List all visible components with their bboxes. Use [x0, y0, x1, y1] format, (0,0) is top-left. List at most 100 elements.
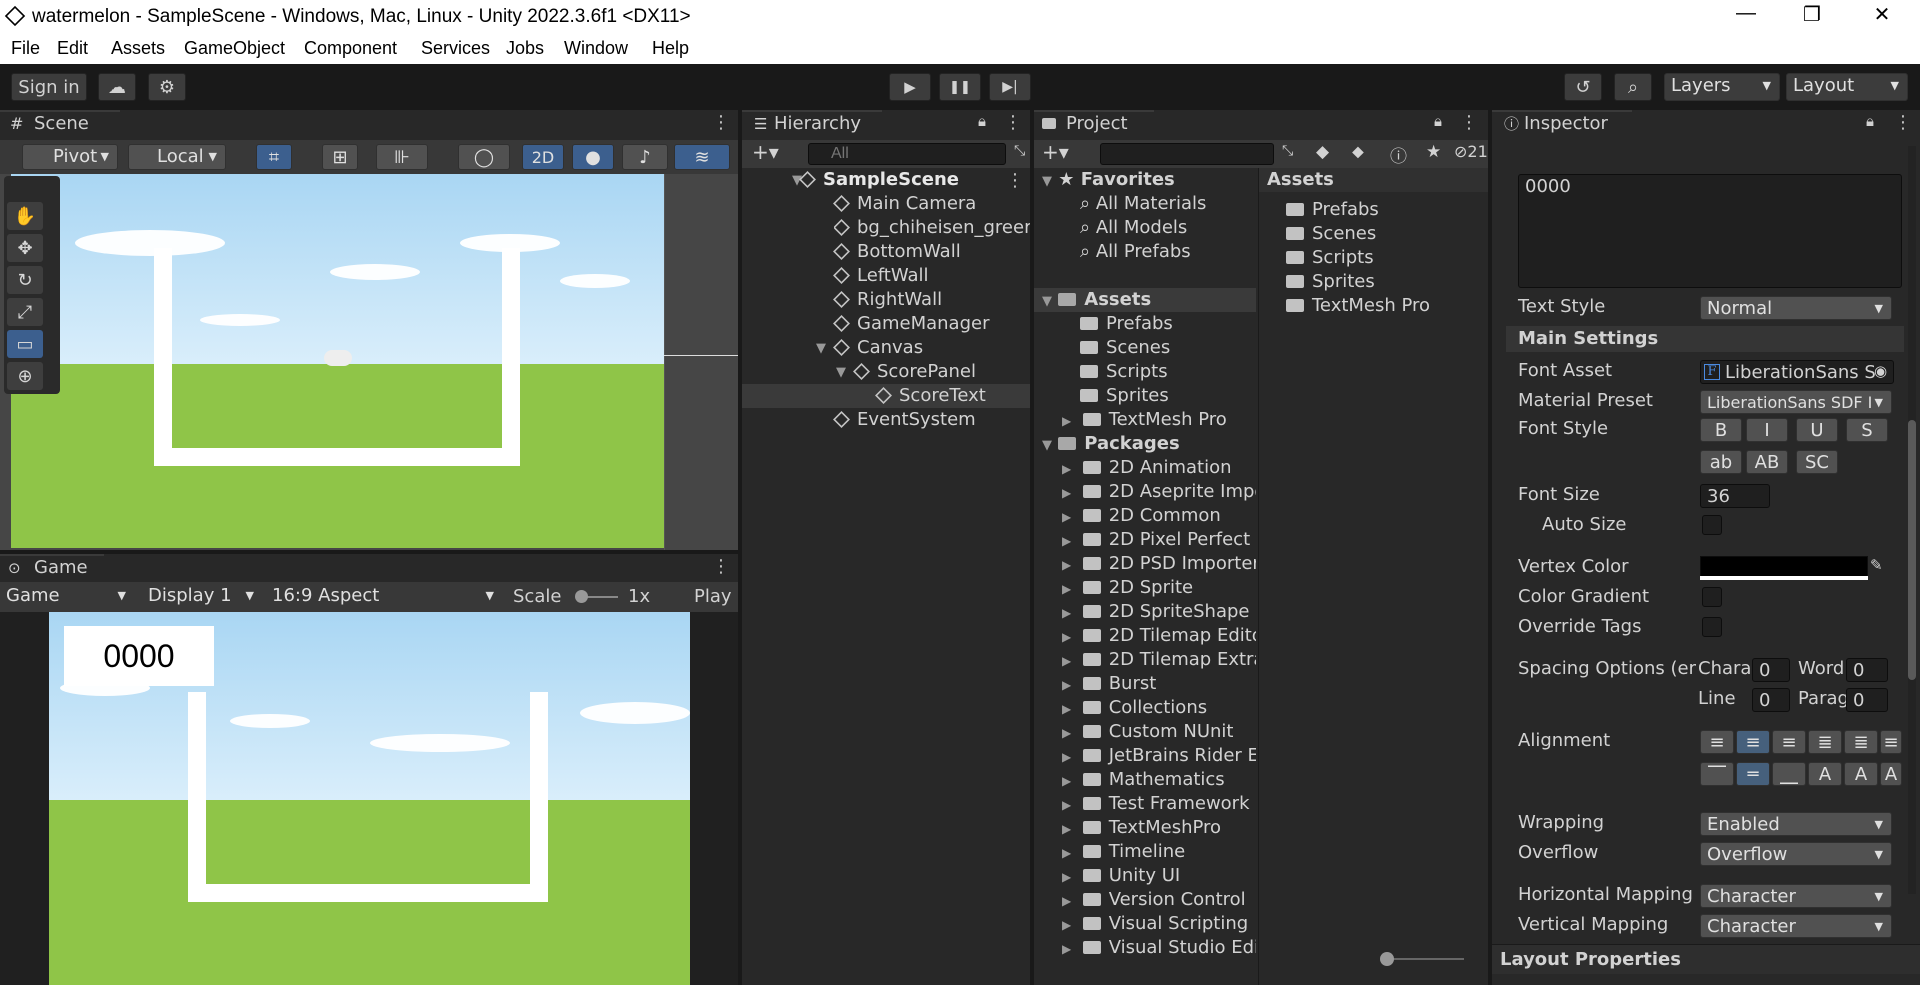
type-filter-icon[interactable]: ◆	[1316, 142, 1329, 162]
move-tool-icon[interactable]: ✥	[7, 234, 43, 262]
audio-icon[interactable]: ♪	[622, 144, 668, 170]
snap-icon[interactable]: ⊞	[322, 144, 358, 170]
rotate-tool-icon[interactable]: ↻	[7, 266, 43, 294]
collapse-icon[interactable]: ▶	[1062, 414, 1071, 428]
hierarchy-item-gamemanager[interactable]: GameManager	[833, 312, 990, 336]
breadcrumb-assets[interactable]: Assets	[1267, 168, 1334, 192]
lighting-icon[interactable]: ●	[572, 144, 614, 170]
align-justify-icon[interactable]: ≣	[1808, 730, 1842, 754]
log-icon[interactable]: ⓘ	[1390, 142, 1407, 167]
layers-dropdown[interactable]: Layers	[1664, 73, 1780, 101]
expand-icon[interactable]: ▼	[1042, 174, 1052, 189]
collapse-icon[interactable]: ▶	[1062, 534, 1071, 548]
inspector-menu-icon[interactable]: ⋮	[1894, 112, 1912, 133]
lock-icon[interactable]: 🔒︎	[1866, 112, 1874, 130]
menu-window[interactable]: Window	[564, 38, 628, 59]
expand-icon[interactable]: ▼	[816, 337, 826, 361]
game-mode-dropdown[interactable]: Game	[0, 584, 134, 610]
package-folder[interactable]: ▶ JetBrains Rider E	[1062, 744, 1256, 769]
font-size-field[interactable]: 36	[1700, 484, 1770, 508]
favorite-icon[interactable]: ★	[1426, 142, 1441, 162]
search-options-icon[interactable]: ⤡	[1282, 143, 1293, 159]
menu-component[interactable]: Component	[304, 38, 397, 59]
right-folder-prefabs[interactable]: Prefabs	[1286, 198, 1379, 222]
horizontal-mapping-dropdown[interactable]: Character	[1700, 884, 1892, 908]
align-center-icon[interactable]: ≡	[1736, 730, 1770, 754]
pause-button[interactable]: ❚❚	[939, 73, 981, 101]
right-folder-scenes[interactable]: Scenes	[1286, 222, 1376, 246]
add-icon[interactable]: +▾	[1042, 140, 1069, 164]
package-folder[interactable]: ▶ 2D Pixel Perfect	[1062, 528, 1256, 553]
asset-folder-textmeshpro[interactable]: ▶ TextMesh Pro	[1062, 408, 1227, 433]
project-search-input[interactable]	[1100, 143, 1274, 165]
local-dropdown[interactable]: Local	[128, 144, 226, 170]
hierarchy-item-rightwall[interactable]: RightWall	[833, 288, 942, 312]
valign-midline-icon[interactable]: A	[1844, 762, 1878, 786]
close-button[interactable]: ✕	[1852, 2, 1912, 27]
package-folder[interactable]: ▶ 2D Common	[1062, 504, 1256, 529]
inspector-scroll-thumb[interactable]	[1908, 420, 1916, 680]
package-folder[interactable]: ▶ Version Control	[1062, 888, 1256, 913]
expand-icon[interactable]: ▼	[836, 361, 846, 385]
history-icon[interactable]: ↺	[1564, 73, 1602, 101]
collapse-icon[interactable]: ▶	[1062, 798, 1071, 812]
valign-capline-icon[interactable]: A	[1880, 762, 1902, 786]
override-tags-checkbox[interactable]	[1702, 617, 1722, 637]
collapse-icon[interactable]: ▶	[1062, 750, 1071, 764]
transform-tool-icon[interactable]: ⊕	[7, 362, 43, 390]
scene-root-row[interactable]: ▼ SampleScene	[792, 168, 1030, 192]
para-spacing-field[interactable]: 0	[1846, 688, 1888, 712]
package-folder[interactable]: ▶ 2D PSD Importer	[1062, 552, 1256, 577]
layout-properties-header[interactable]: Layout Properties	[1492, 944, 1920, 974]
package-folder[interactable]: ▶ Timeline	[1062, 840, 1256, 865]
hierarchy-item-bottomwall[interactable]: BottomWall	[833, 240, 961, 264]
package-folder[interactable]: ▶ Test Framework	[1062, 792, 1256, 817]
step-button[interactable]: ▶|	[989, 73, 1031, 101]
menu-jobs[interactable]: Jobs	[506, 38, 544, 59]
toggle-2d-button[interactable]: 2D	[522, 144, 564, 170]
main-settings-header[interactable]: Main Settings	[1506, 326, 1904, 352]
package-folder[interactable]: ▶ Mathematics	[1062, 768, 1256, 793]
collapse-icon[interactable]: ▶	[1062, 558, 1071, 572]
package-folder[interactable]: ▶ Unity UI	[1062, 864, 1256, 889]
collapse-icon[interactable]: ▶	[1062, 870, 1071, 884]
menu-edit[interactable]: Edit	[57, 38, 88, 59]
hierarchy-search-input[interactable]	[808, 143, 1006, 165]
package-folder[interactable]: ▶ Burst	[1062, 672, 1256, 697]
hierarchy-item-canvas[interactable]: ▼ Canvas	[816, 336, 923, 360]
asset-folder-scenes[interactable]: Scenes	[1080, 336, 1170, 360]
overflow-dropdown[interactable]: Overflow	[1700, 842, 1892, 866]
menu-services[interactable]: Services	[421, 38, 490, 59]
project-menu-icon[interactable]: ⋮	[1460, 112, 1478, 133]
right-folder-scripts[interactable]: Scripts	[1286, 246, 1374, 270]
collapse-icon[interactable]: ▶	[1062, 654, 1071, 668]
tab-scene[interactable]: # Scene	[0, 110, 120, 136]
style-lowercase-button[interactable]: ab	[1700, 450, 1742, 474]
style-italic-button[interactable]: I	[1746, 418, 1788, 442]
fav-all-materials[interactable]: ⌕ All Materials	[1080, 192, 1206, 216]
asset-folder-scripts[interactable]: Scripts	[1080, 360, 1168, 384]
word-spacing-field[interactable]: 0	[1846, 658, 1888, 682]
right-folder-sprites[interactable]: Sprites	[1286, 270, 1375, 294]
hierarchy-item-main-camera[interactable]: Main Camera	[833, 192, 976, 216]
lock-icon[interactable]: 🔒︎	[1434, 112, 1442, 130]
scale-slider-thumb[interactable]	[575, 590, 588, 603]
collapse-icon[interactable]: ▶	[1062, 510, 1071, 524]
icon-size-thumb[interactable]	[1380, 952, 1394, 966]
package-folder[interactable]: ▶ 2D SpriteShape	[1062, 600, 1256, 625]
game-menu-icon[interactable]: ⋮	[712, 556, 730, 577]
asset-folder-sprites[interactable]: Sprites	[1080, 384, 1169, 408]
expand-icon[interactable]: ▼	[1042, 438, 1052, 453]
menu-gameobject[interactable]: GameObject	[184, 38, 285, 59]
icon-size-slider[interactable]	[1384, 958, 1464, 960]
scene-viewport[interactable]: ✋ ✥ ↻ ⤢ ▭ ⊕	[0, 174, 738, 550]
align-flush-icon[interactable]: ≣	[1844, 730, 1878, 754]
package-folder[interactable]: ▶ Visual Studio Edit	[1062, 936, 1256, 961]
hierarchy-item-leftwall[interactable]: LeftWall	[833, 264, 929, 288]
label-filter-icon[interactable]: ⬥	[1352, 142, 1364, 162]
style-strike-button[interactable]: S	[1846, 418, 1888, 442]
collapse-icon[interactable]: ▶	[1062, 846, 1071, 860]
search-options-icon[interactable]: ⤡	[1014, 143, 1025, 159]
fav-all-prefabs[interactable]: ⌕ All Prefabs	[1080, 240, 1191, 264]
tab-inspector[interactable]: ⓘ Inspector	[1492, 110, 1632, 136]
